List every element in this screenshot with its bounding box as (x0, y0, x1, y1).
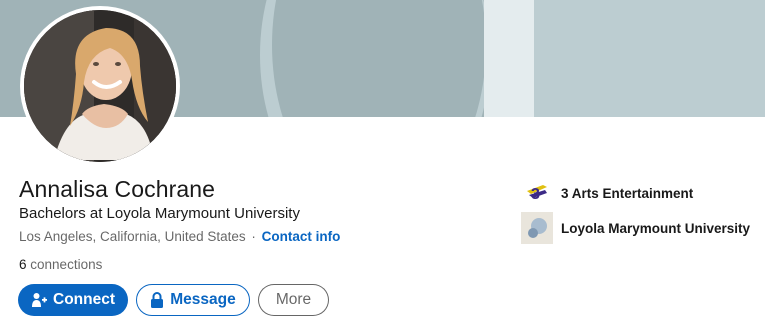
message-button[interactable]: Message (136, 284, 250, 316)
lmu-logo-icon (521, 212, 553, 244)
profile-location: Los Angeles, California, United States (19, 229, 246, 244)
profile-photo[interactable] (20, 6, 180, 166)
contact-info-link[interactable]: Contact info (262, 229, 341, 244)
org-item-lmu[interactable]: Loyola Marymount University (521, 212, 750, 244)
svg-text:3: 3 (531, 186, 540, 203)
profile-name: Annalisa Cochrane (19, 176, 216, 202)
org-name: 3 Arts Entertainment (561, 185, 694, 201)
separator-dot: · (251, 229, 256, 244)
more-label: More (275, 291, 312, 308)
3-arts-logo-icon: 3 (521, 177, 553, 209)
connections-number: 6 (19, 257, 27, 272)
org-name: Loyola Marymount University (561, 220, 751, 236)
connections-label: connections (30, 257, 103, 272)
more-button[interactable]: More (258, 284, 329, 316)
avatar-portrait-icon (24, 10, 176, 162)
lock-icon (151, 292, 164, 308)
connect-button[interactable]: Connect (18, 284, 128, 316)
add-person-icon (32, 293, 47, 307)
message-label: Message (170, 291, 236, 308)
location-row: Los Angeles, California, United States ·… (19, 229, 340, 244)
banner-shape (272, 0, 486, 117)
banner-shape (484, 0, 534, 117)
org-item-3-arts[interactable]: 3 3 Arts Entertainment (521, 177, 693, 209)
avatar-image (24, 10, 176, 162)
connections-count[interactable]: 6 connections (19, 257, 102, 272)
connect-label: Connect (53, 291, 115, 308)
profile-headline: Bachelors at Loyola Marymount University (19, 205, 300, 222)
